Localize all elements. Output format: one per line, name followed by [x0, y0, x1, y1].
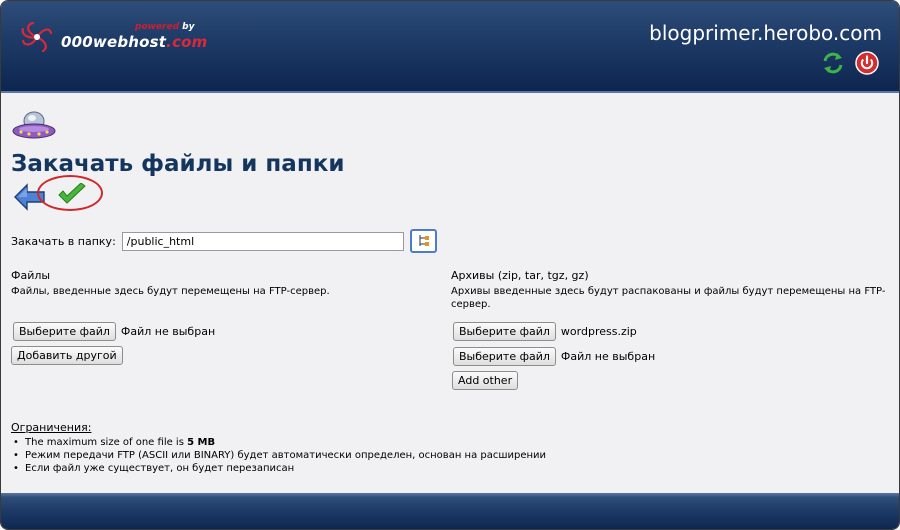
file-status: Файл не выбран: [120, 325, 216, 338]
refresh-icon[interactable]: [821, 51, 845, 75]
back-arrow-icon[interactable]: [13, 183, 47, 211]
files-title: Файлы: [11, 269, 51, 282]
archive-input-row: Выберите файл wordpress.zip: [453, 322, 637, 341]
upload-folder-label: Закачать в папку:: [11, 234, 116, 248]
limits-section: Ограничения: The maximum size of one fil…: [11, 421, 546, 475]
limit-item: The maximum size of one file is 5 MB: [11, 436, 546, 449]
limits-list: The maximum size of one file is 5 MB Реж…: [11, 436, 546, 475]
archives-title: Архивы (zip, tar, tgz, gz): [451, 269, 589, 282]
folder-tree-icon: [419, 235, 430, 246]
header-bar: powered by 000webhost.com blogprimer.her…: [1, 1, 899, 93]
files-add-row: Добавить другой: [11, 346, 123, 365]
ufo-icon: [12, 111, 56, 139]
choose-archive-button[interactable]: Выберите файл: [453, 322, 556, 341]
site-domain: blogprimer.herobo.com: [649, 21, 882, 45]
app-window: powered by 000webhost.com blogprimer.her…: [0, 0, 900, 530]
add-another-file-button[interactable]: Добавить другой: [11, 346, 123, 365]
browse-folder-button[interactable]: [409, 229, 437, 253]
main-content: Закачать файлы и папки Закачать в папку:: [1, 95, 899, 493]
choose-archive-button[interactable]: Выберите файл: [453, 347, 556, 366]
logo-swirl-icon: [21, 21, 53, 53]
logo-wordmark: 000webhost.com: [61, 33, 208, 51]
limit-item: Режим передачи FTP (ASCII или BINARY) бу…: [11, 449, 546, 462]
footer-bar: [1, 493, 899, 529]
archive-input-row: Выберите файл Файл не выбран: [453, 347, 655, 366]
logo[interactable]: powered by 000webhost.com: [17, 19, 217, 59]
file-input-row: Выберите файл Файл не выбран: [13, 322, 215, 341]
logo-powered-text: powered by: [135, 22, 195, 32]
header-actions: [821, 51, 879, 75]
page-nav: [13, 175, 123, 215]
max-file-size: 5 MB: [187, 437, 216, 448]
archives-add-row: Add other: [452, 371, 519, 390]
power-icon[interactable]: [855, 51, 879, 75]
limits-title: Ограничения:: [11, 421, 92, 434]
add-other-archive-button[interactable]: Add other: [452, 371, 519, 390]
archive-status: Файл не выбран: [560, 350, 656, 363]
files-section: Файлы Файлы, введенные здесь будут перем…: [11, 269, 431, 298]
page-title: Закачать файлы и папки: [11, 151, 345, 177]
archive-status: wordpress.zip: [560, 325, 637, 338]
upload-folder-row: Закачать в папку:: [11, 229, 437, 253]
checkmark-icon[interactable]: [57, 183, 87, 207]
upload-folder-input[interactable]: [121, 231, 404, 251]
archives-description: Архивы введенные здесь будут распакованы…: [451, 286, 886, 310]
archives-section: Архивы (zip, tar, tgz, gz) Архивы введен…: [451, 269, 891, 311]
files-description: Файлы, введенные здесь будут перемещены …: [11, 286, 330, 297]
limit-item: Если файл уже существует, он будет перез…: [11, 462, 546, 475]
choose-file-button[interactable]: Выберите файл: [13, 322, 116, 341]
